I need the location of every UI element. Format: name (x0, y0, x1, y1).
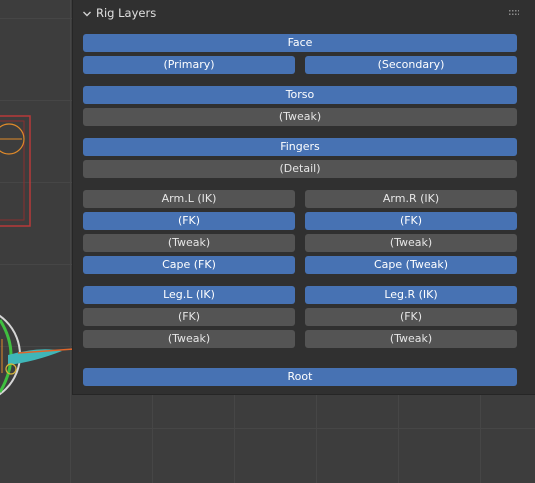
layer-torso-button[interactable]: Torso (83, 86, 517, 104)
panel-header[interactable]: Rig Layers (73, 0, 535, 27)
rig-layers-panel: Rig Layers Face (Primary) (Secondary) To… (72, 0, 535, 395)
bone-selection-box (0, 115, 31, 227)
layer-leg-l-fk-button[interactable]: (FK) (83, 308, 295, 326)
layer-arm-l-ik-button[interactable]: Arm.L (IK) (83, 190, 295, 208)
layer-face-primary-button[interactable]: (Primary) (83, 56, 295, 74)
layer-leg-l-tweak-button[interactable]: (Tweak) (83, 330, 295, 348)
layer-face-secondary-button[interactable]: (Secondary) (305, 56, 517, 74)
layer-leg-r-ik-button[interactable]: Leg.R (IK) (305, 286, 517, 304)
layer-root-button[interactable]: Root (83, 368, 517, 386)
layer-leg-r-fk-button[interactable]: (FK) (305, 308, 517, 326)
layer-arm-l-fk-button[interactable]: (FK) (83, 212, 295, 230)
layer-face-button[interactable]: Face (83, 34, 517, 52)
layer-cape-tweak-button[interactable]: Cape (Tweak) (305, 256, 517, 274)
layer-torso-tweak-button[interactable]: (Tweak) (83, 108, 517, 126)
layer-cape-fk-button[interactable]: Cape (FK) (83, 256, 295, 274)
chevron-down-icon[interactable] (82, 9, 92, 19)
layer-leg-l-ik-button[interactable]: Leg.L (IK) (83, 286, 295, 304)
layer-arm-r-fk-button[interactable]: (FK) (305, 212, 517, 230)
layer-leg-r-tweak-button[interactable]: (Tweak) (305, 330, 517, 348)
bone-inner-box (0, 120, 25, 221)
layer-fingers-button[interactable]: Fingers (83, 138, 517, 156)
layer-arm-r-ik-button[interactable]: Arm.R (IK) (305, 190, 517, 208)
drag-grip-icon[interactable] (509, 10, 519, 16)
layer-arm-r-tweak-button[interactable]: (Tweak) (305, 234, 517, 252)
panel-title: Rig Layers (96, 6, 157, 20)
layer-arm-l-tweak-button[interactable]: (Tweak) (83, 234, 295, 252)
layer-fingers-detail-button[interactable]: (Detail) (83, 160, 517, 178)
